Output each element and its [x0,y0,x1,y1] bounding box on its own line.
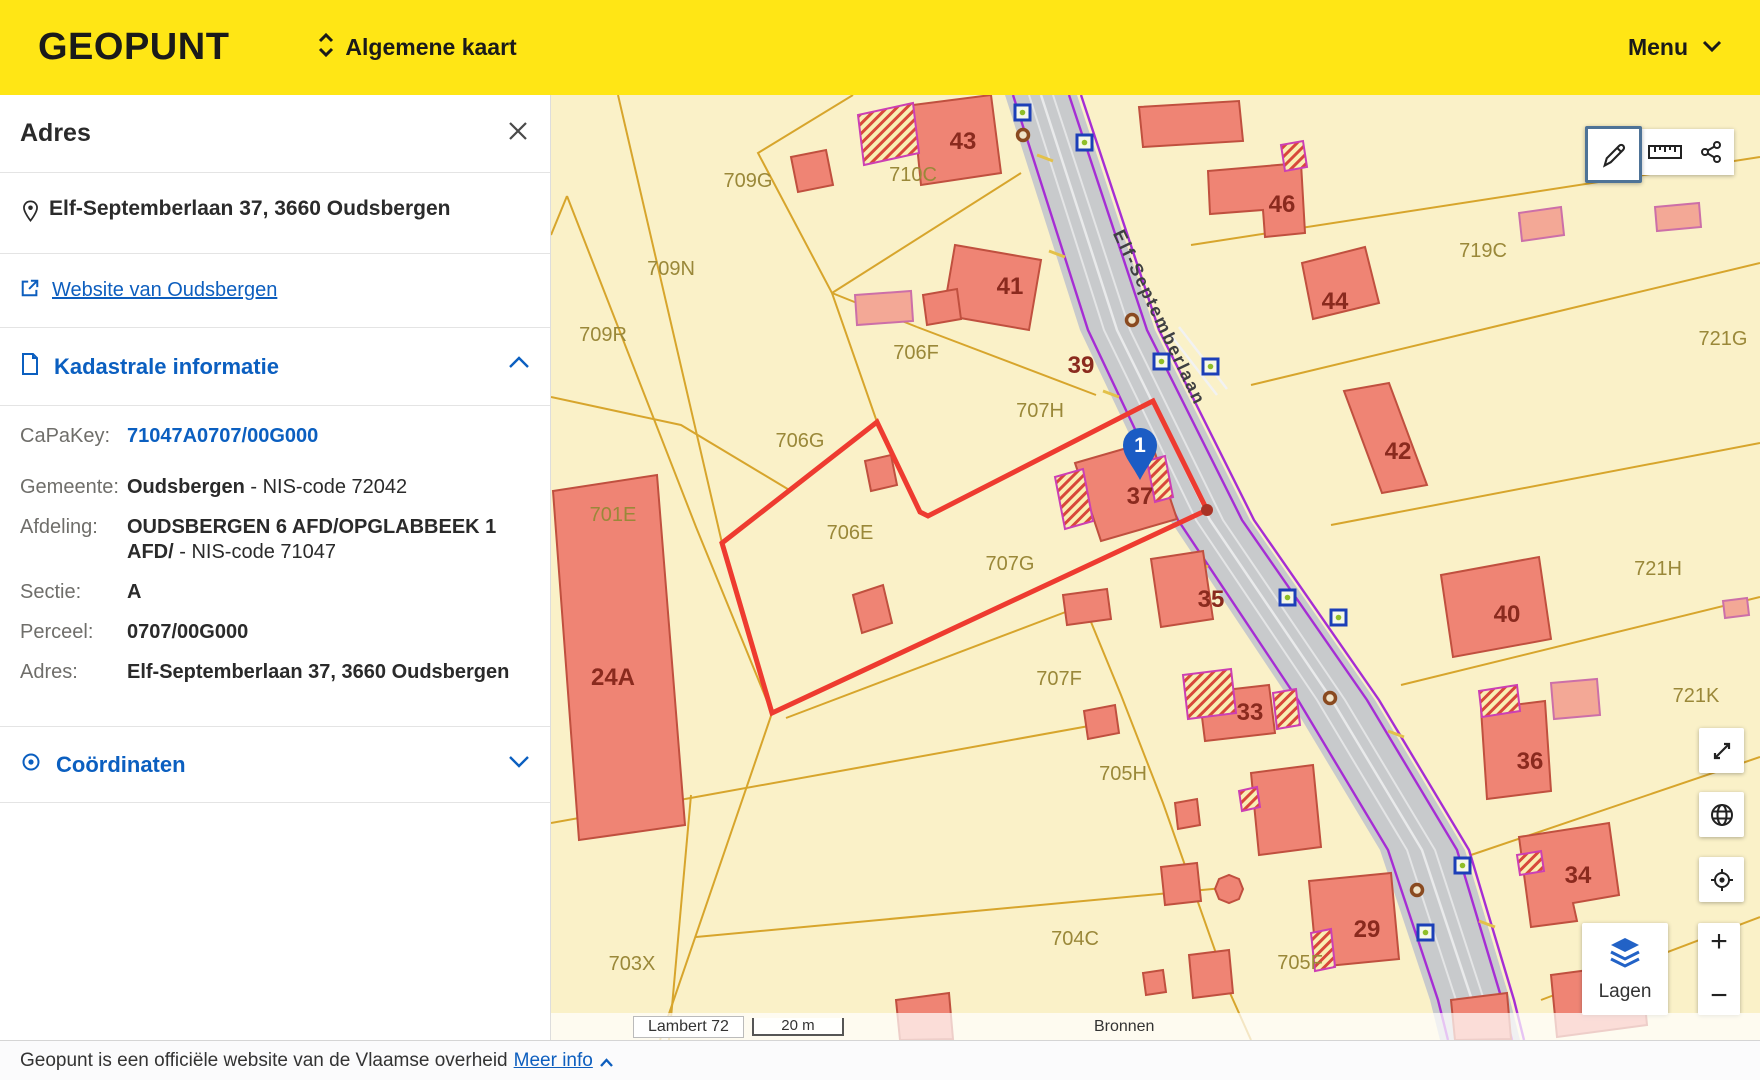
draw-pencil-button[interactable] [1585,126,1642,183]
footer-text: Geopunt is een officiële website van de … [20,1050,508,1072]
zoom-control: + − [1698,923,1740,1015]
house-number: 29 [1354,916,1381,943]
menu-button[interactable]: Menu [1628,34,1722,61]
basemap-selector[interactable]: Algemene kaart [317,32,516,63]
page-footer: Geopunt is een officiële website van de … [0,1040,1760,1080]
top-header: GEOPUNT Algemene kaart Menu [0,0,1760,95]
parcel-label: 721K [1673,685,1720,707]
website-link[interactable]: Website van Oudsbergen [52,279,277,302]
cadastral-section-header[interactable]: Kadastrale informatie [0,328,550,406]
parcel-label: 721H [1634,558,1682,580]
house-number: 41 [997,273,1024,300]
field-adres: Adres: Elf-Septemberlaan 37, 3660 Oudsbe… [20,660,530,685]
parcel-label: 707G [986,553,1035,575]
share-button[interactable] [1688,129,1734,175]
parcel-label: 706F [893,342,939,364]
locate-button[interactable] [1699,857,1744,902]
info-panel: Adres Elf-Septemberlaan 37, 3660 Oudsber… [0,95,551,1040]
coordinates-section-header[interactable]: Coördinaten [0,727,550,803]
close-icon[interactable] [504,117,532,145]
chevron-down-icon [508,755,530,773]
zoom-out-button[interactable]: − [1698,981,1740,1011]
parcel-label: 709R [579,324,627,346]
house-number: 35 [1198,586,1225,613]
chevron-up-icon [508,356,530,374]
projection-label: Lambert 72 [633,1016,744,1038]
capakey-link[interactable]: 71047A0707/00G000 [127,424,530,449]
parcel-label: 705H [1099,763,1147,785]
parcel-label: 701E [590,504,637,526]
coordinates-title: Coördinaten [56,752,186,778]
globe-button[interactable] [1699,792,1744,837]
field-capakey: CaPaKey: 71047A0707/00G000 [20,424,530,449]
house-number: 36 [1517,748,1544,775]
website-row: Website van Oudsbergen [0,254,550,328]
house-number: 43 [950,128,977,155]
sources-link[interactable]: Bronnen [1094,1018,1155,1036]
panel-title: Adres [20,119,530,148]
field-gemeente: Gemeente: Oudsbergen - NIS-code 72042 [20,475,530,500]
house-number: 33 [1237,699,1264,726]
cadastral-fields: CaPaKey: 71047A0707/00G000 Gemeente: Oud… [0,406,550,727]
parcel-label: 719C [1459,240,1507,262]
house-number: 40 [1494,601,1521,628]
marker-number: 1 [1134,434,1146,457]
parcel-label: 709G [724,170,773,192]
external-link-icon [20,278,40,303]
parcel-label: 707H [1016,400,1064,422]
parcel-label: 721G [1699,328,1748,350]
menu-label: Menu [1628,34,1688,61]
map-canvas[interactable]: Elf-Septemberlaan 709G709N709R710C706F70… [551,95,1760,1040]
scale-bar: 20 m [752,1018,844,1036]
panel-header: Adres [0,95,550,173]
layers-label: Lagen [1599,981,1652,1003]
fullscreen-button[interactable] [1699,728,1744,773]
field-afdeling: Afdeling: OUDSBERGEN 6 AFD/OPGLABBEEK 1 … [20,515,530,565]
house-number: 39 [1068,352,1095,379]
house-number: 44 [1322,288,1349,315]
location-pin-icon [20,199,41,229]
map-area: Elf-Septemberlaan 709G709N709R710C706F70… [551,95,1760,1040]
house-number: 42 [1385,438,1412,465]
layers-icon [1605,936,1645,975]
chevron-down-icon [1702,39,1722,57]
parcel-label: 704C [1051,928,1099,950]
address-text: Elf-Septemberlaan 37, 3660 Oudsbergen [49,197,450,221]
geopunt-app: GEOPUNT Algemene kaart Menu Adres [0,0,1760,1080]
target-icon [20,751,42,778]
house-number: 34 [1565,862,1592,889]
field-perceel: Perceel: 0707/00G000 [20,620,530,645]
swap-arrows-icon [317,32,335,63]
house-number: 46 [1269,191,1296,218]
map-toolbar [1585,126,1734,183]
layers-button[interactable]: Lagen [1582,923,1668,1015]
address-section: Elf-Septemberlaan 37, 3660 Oudsbergen [0,173,550,254]
meer-info-link[interactable]: Meer info [514,1050,593,1072]
house-number: 24A [591,664,635,691]
geopunt-logo: GEOPUNT [38,26,229,69]
parcel-label: 706G [776,430,825,452]
house-number: 37 [1127,483,1154,510]
basemap-selector-label: Algemene kaart [345,34,516,61]
field-sectie: Sectie: A [20,580,530,605]
panel-empty-area [0,803,550,1040]
parcel-label: 710C [889,164,937,186]
parcel-label: 707F [1036,668,1082,690]
measure-ruler-button[interactable] [1642,129,1688,175]
chevron-up-icon [599,1052,614,1074]
parcel-label: 709N [647,258,695,280]
parcel-label: 703X [609,953,656,975]
map-attribution: Lambert 72 20 m Bronnen [551,1013,1760,1040]
zoom-in-button[interactable]: + [1698,927,1740,957]
parcel-label: 706E [827,522,874,544]
parcel-label: 705F [1277,952,1323,974]
cadastral-title: Kadastrale informatie [54,354,279,380]
document-icon [20,352,40,381]
toolbar-extra [1642,129,1734,175]
